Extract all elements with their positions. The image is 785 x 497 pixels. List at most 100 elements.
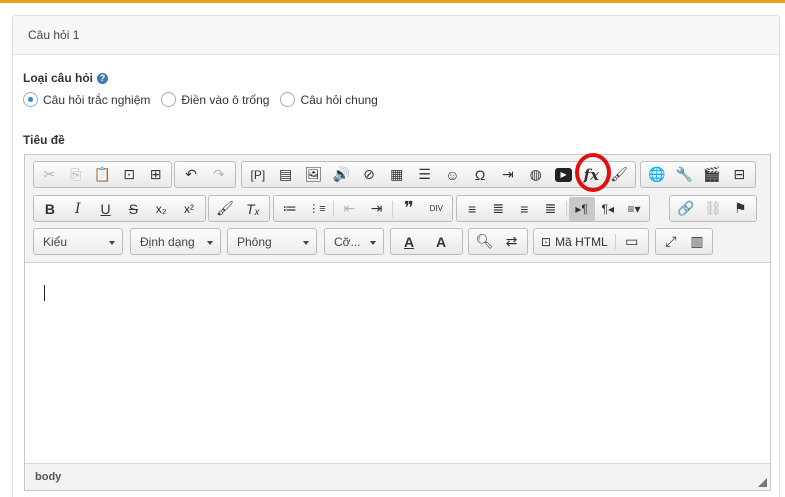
tools-icon[interactable]: 🔧 [671, 163, 699, 187]
iframe-icon[interactable]: ◍ [522, 163, 550, 187]
editor-content-area[interactable] [25, 263, 770, 463]
toolbar-separator [565, 200, 567, 217]
anchor-flag-icon[interactable]: ⚑ [727, 197, 754, 221]
maximize-icon[interactable]: ⤢ [658, 230, 684, 254]
copy-icon[interactable]: ⎘ [63, 163, 90, 187]
align-group: ≡ ≣ ≡ ≣ ▸¶ ¶◂ ≡▾ [456, 195, 650, 222]
paste-word-icon[interactable]: ⊞ [142, 163, 169, 187]
panel-title: Câu hỏi 1 [13, 16, 779, 55]
video-icon[interactable]: 🎬 [698, 163, 726, 187]
special-char-icon[interactable]: Ω [466, 163, 494, 187]
history-group: ↶ ↷ [174, 161, 236, 188]
strike-button[interactable]: S [119, 197, 147, 221]
bulleted-list-icon[interactable]: ⋮≡ [303, 197, 330, 221]
radio-multiple-choice[interactable]: Câu hỏi trắc nghiệm [23, 92, 150, 107]
source-group: ⊡ Mã HTML ▭ [533, 228, 649, 255]
combo-label: Kiểu [43, 235, 68, 249]
ltr-direction-icon[interactable]: ▸¶ [568, 196, 595, 221]
highlight-circle [575, 153, 611, 192]
smiley-icon[interactable]: ☺ [438, 163, 466, 187]
table-icon[interactable]: ▦ [383, 163, 411, 187]
align-right-icon[interactable]: ≡ [511, 197, 537, 221]
top-accent-bar [0, 0, 785, 3]
subscript-button[interactable]: x₂ [147, 197, 175, 221]
chevron-down-icon [303, 241, 309, 245]
redo-icon[interactable]: ↷ [205, 163, 233, 187]
link-icon[interactable]: 🔗 [672, 197, 699, 221]
find-icon[interactable]: 🔍︎ [471, 230, 498, 254]
text-color-button[interactable]: A [393, 230, 425, 254]
radio-unselected-icon[interactable] [161, 92, 177, 107]
image-icon[interactable]: 🖼 [300, 163, 328, 187]
rich-text-editor: ✂ ⎘ 📋 ⊡ ⊞ ↶ ↷ [P] ▤ 🖼 🔊 ⊘ ▦ ☰ ☺ Ω ⇥ ◍ ▶ … [24, 154, 771, 491]
copy-format-icon[interactable]: 🖌 [211, 197, 239, 221]
globe-icon[interactable]: 🌐 [643, 163, 671, 187]
color-group: A A [390, 228, 463, 255]
radio-selected-icon[interactable] [23, 92, 38, 107]
question-type-text: Loại câu hỏi [23, 71, 94, 85]
chevron-down-icon [207, 241, 213, 245]
font-combo[interactable]: Phông [227, 228, 317, 255]
form-icon[interactable]: ▤ [272, 163, 300, 187]
page-break-icon[interactable]: ⇥ [494, 163, 522, 187]
numbered-list-icon[interactable]: ≔ [276, 197, 303, 221]
justify-icon[interactable]: ≣ [537, 197, 563, 221]
list-group: ≔ ⋮≡ ⇤ ⇥ ❞ DIV [273, 195, 453, 222]
source-label: Mã HTML [555, 234, 608, 249]
horizontal-rule-icon[interactable]: ☰ [411, 163, 439, 187]
replace-icon[interactable]: ⇄ [498, 230, 525, 254]
extra-group: 🌐 🔧 🎬 ⊟ [640, 161, 756, 188]
text-caret [44, 285, 45, 301]
unlink-icon[interactable]: ⛓ [699, 197, 726, 221]
styles-combo[interactable]: Kiểu [33, 228, 123, 255]
outdent-icon[interactable]: ⇤ [336, 197, 363, 221]
format-combo[interactable]: Định dạng [130, 228, 221, 255]
bold-button[interactable]: B [36, 197, 64, 221]
radio-general[interactable]: Câu hỏi chung [280, 92, 378, 107]
placeholder-icon[interactable]: [P] [244, 163, 272, 187]
underline-button[interactable]: U [92, 197, 120, 221]
toolbar-separator [392, 200, 394, 217]
resize-grip-icon[interactable] [758, 478, 767, 487]
toolbar-separator [614, 233, 616, 250]
paste-text-icon[interactable]: ⊡ [116, 163, 143, 187]
italic-button[interactable]: I [64, 197, 92, 221]
clipboard-group: ✂ ⎘ 📋 ⊡ ⊞ [33, 161, 172, 188]
language-dropdown-icon[interactable]: ≡▾ [621, 197, 647, 221]
flash-icon[interactable]: ⊘ [355, 163, 383, 187]
element-path[interactable]: body [35, 471, 61, 483]
link-group: 🔗 ⛓ ⚑ [669, 195, 757, 222]
undo-icon[interactable]: ↶ [177, 163, 205, 187]
combo-label: Cỡ... [334, 235, 361, 249]
help-icon[interactable]: ? [97, 73, 109, 84]
rtl-direction-icon[interactable]: ¶◂ [595, 197, 621, 221]
remove-format-icon[interactable]: Tₓ [239, 197, 267, 221]
paste-icon[interactable]: 📋 [89, 163, 116, 187]
radio-unselected-icon[interactable] [280, 92, 296, 107]
audio-icon[interactable]: 🔊 [327, 163, 355, 187]
radio-label: Câu hỏi chung [300, 92, 378, 107]
templates-icon[interactable]: ▭ [618, 230, 646, 254]
editor-status-bar: body [25, 463, 770, 490]
indent-icon[interactable]: ⇥ [363, 197, 390, 221]
align-center-icon[interactable]: ≣ [485, 197, 511, 221]
div-container-icon[interactable]: DIV [423, 197, 450, 221]
bg-color-button[interactable]: A [425, 230, 457, 254]
collapse-icon[interactable]: ⊟ [726, 163, 754, 187]
show-blocks-icon[interactable]: ▥ [684, 230, 710, 254]
source-icon: ⊡ [541, 234, 552, 249]
size-combo[interactable]: Cỡ... [324, 228, 384, 255]
radio-fill-blank[interactable]: Điền vào ô trống [161, 92, 269, 107]
find-group: 🔍︎ ⇄ [468, 228, 528, 255]
basic-style-group: B I U S x₂ x² [33, 195, 206, 222]
format-group: 🖌 Tₓ [208, 195, 270, 222]
radio-label: Điền vào ô trống [181, 92, 270, 107]
align-left-icon[interactable]: ≡ [459, 197, 485, 221]
superscript-button[interactable]: x² [175, 197, 203, 221]
blockquote-icon[interactable]: ❞ [395, 197, 422, 221]
toolbar-separator [332, 200, 334, 217]
cut-icon[interactable]: ✂ [36, 163, 63, 187]
editor-toolbar: ✂ ⎘ 📋 ⊡ ⊞ ↶ ↷ [P] ▤ 🖼 🔊 ⊘ ▦ ☰ ☺ Ω ⇥ ◍ ▶ … [25, 155, 770, 263]
youtube-icon[interactable]: ▶ [554, 167, 573, 182]
source-button[interactable]: ⊡ Mã HTML [536, 230, 613, 254]
